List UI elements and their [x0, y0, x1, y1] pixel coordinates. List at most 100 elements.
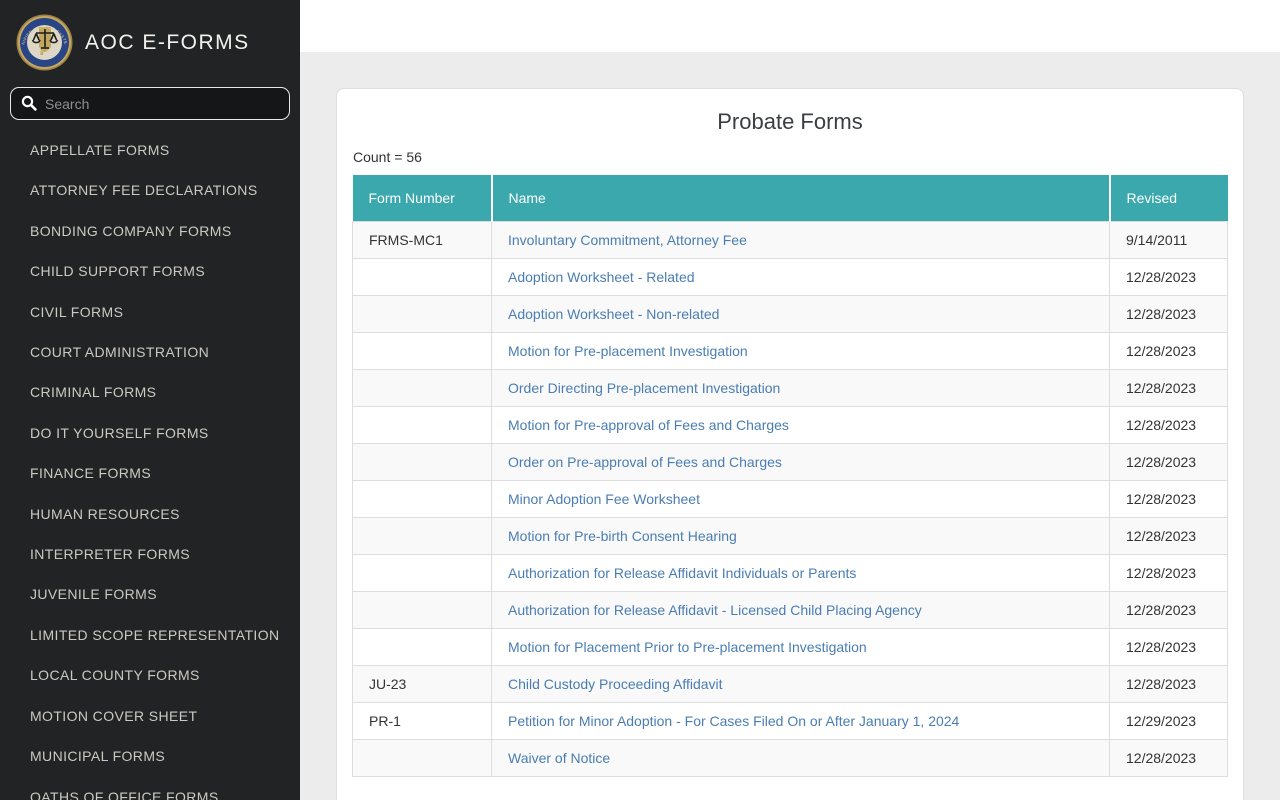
form-number-cell — [352, 554, 492, 592]
sidebar-item[interactable]: LIMITED SCOPE REPRESENTATION — [0, 615, 300, 655]
sidebar-item[interactable]: INTERPRETER FORMS — [0, 534, 300, 574]
form-number-cell: JU-23 — [352, 665, 492, 703]
form-number-cell: FRMS-MC1 — [352, 221, 492, 259]
form-link[interactable]: Minor Adoption Fee Worksheet — [508, 491, 700, 507]
forms-table: Form Number Name Revised FRMS-MC1 Involun… — [352, 175, 1228, 777]
sidebar-item[interactable]: COURT ADMINISTRATION — [0, 332, 300, 372]
revised-date-cell: 12/28/2023 — [1109, 295, 1228, 333]
form-name-cell: Petition for Minor Adoption - For Cases … — [491, 702, 1110, 740]
revised-date-cell: 12/28/2023 — [1109, 739, 1228, 777]
sidebar-item[interactable]: APPELLATE FORMS — [0, 130, 300, 170]
form-number-cell — [352, 628, 492, 666]
form-link[interactable]: Adoption Worksheet - Non-related — [508, 306, 719, 322]
form-number-cell — [352, 295, 492, 333]
revised-date-cell: 12/29/2023 — [1109, 702, 1228, 740]
form-link[interactable]: Waiver of Notice — [508, 750, 610, 766]
revised-date-cell: 12/28/2023 — [1109, 665, 1228, 703]
form-number-cell — [352, 480, 492, 518]
table-row: FRMS-MC1 Involuntary Commitment, Attorney… — [352, 221, 1228, 259]
form-name-cell: Motion for Pre-placement Investigation — [491, 332, 1110, 370]
form-name-cell: Adoption Worksheet - Non-related — [491, 295, 1110, 333]
form-name-cell: Motion for Pre-approval of Fees and Char… — [491, 406, 1110, 444]
form-name-cell: Motion for Placement Prior to Pre-placem… — [491, 628, 1110, 666]
form-number-cell — [352, 739, 492, 777]
form-name-cell: Involuntary Commitment, Attorney Fee — [491, 221, 1110, 259]
form-name-cell: Waiver of Notice — [491, 739, 1110, 777]
table-row: Motion for Pre-approval of Fees and Char… — [352, 406, 1228, 444]
sidebar-item[interactable]: CHILD SUPPORT FORMS — [0, 251, 300, 291]
table-row: Adoption Worksheet - Related 12/28/2023 — [352, 258, 1228, 296]
form-number-cell — [352, 332, 492, 370]
page-title: Probate Forms — [717, 109, 863, 134]
revised-date-cell: 12/28/2023 — [1109, 480, 1228, 518]
revised-date-cell: 12/28/2023 — [1109, 332, 1228, 370]
form-link[interactable]: Order on Pre-approval of Fees and Charge… — [508, 454, 782, 470]
table-row: Minor Adoption Fee Worksheet 12/28/2023 — [352, 480, 1228, 518]
form-link[interactable]: Authorization for Release Affidavit Indi… — [508, 565, 856, 581]
revised-date-cell: 12/28/2023 — [1109, 443, 1228, 481]
column-header-revised: Revised — [1109, 175, 1228, 222]
sidebar-nav: APPELLATE FORMS ATTORNEY FEE DECLARATIONS… — [0, 130, 300, 800]
revised-date-cell: 12/28/2023 — [1109, 406, 1228, 444]
table-row: JU-23 Child Custody Proceeding Affidavit 1… — [352, 665, 1228, 703]
count-label: Count = 56 — [353, 149, 422, 165]
form-name-cell: Child Custody Proceeding Affidavit — [491, 665, 1110, 703]
form-name-cell: Minor Adoption Fee Worksheet — [491, 480, 1110, 518]
table-row: PR-1 Petition for Minor Adoption - For Ca… — [352, 702, 1228, 740]
form-link[interactable]: Motion for Pre-birth Consent Hearing — [508, 528, 737, 544]
sidebar-item[interactable]: MOTION COVER SHEET — [0, 696, 300, 736]
table-row: Order Directing Pre-placement Investigat… — [352, 369, 1228, 407]
forms-table-body: FRMS-MC1 Involuntary Commitment, Attorney… — [352, 221, 1228, 777]
form-number-cell — [352, 443, 492, 481]
table-row: Order on Pre-approval of Fees and Charge… — [352, 443, 1228, 481]
form-link[interactable]: Authorization for Release Affidavit - Li… — [508, 602, 922, 618]
table-row: Motion for Placement Prior to Pre-placem… — [352, 628, 1228, 666]
form-number-cell — [352, 406, 492, 444]
alabama-judicial-seal-logo: UNIFIED JUDICIAL SYSTEM STATE OF ALABAMA — [16, 14, 73, 71]
form-name-cell: Order Directing Pre-placement Investigat… — [491, 369, 1110, 407]
form-link[interactable]: Petition for Minor Adoption - For Cases … — [508, 713, 959, 729]
form-link[interactable]: Motion for Pre-approval of Fees and Char… — [508, 417, 789, 433]
content-area: Probate Forms Count = 56 Form Number Nam… — [300, 52, 1280, 800]
sidebar-item[interactable]: DO IT YOURSELF FORMS — [0, 413, 300, 453]
table-row: Motion for Pre-birth Consent Hearing 12/2… — [352, 517, 1228, 555]
table-row: Adoption Worksheet - Non-related 12/28/20… — [352, 295, 1228, 333]
sidebar-item[interactable]: CIVIL FORMS — [0, 292, 300, 332]
sidebar-item[interactable]: MUNICIPAL FORMS — [0, 736, 300, 776]
sidebar-item[interactable]: HUMAN RESOURCES — [0, 494, 300, 534]
form-link[interactable]: Motion for Placement Prior to Pre-placem… — [508, 639, 867, 655]
revised-date-cell: 12/28/2023 — [1109, 628, 1228, 666]
app-title: AOC E-FORMS — [85, 30, 250, 54]
search-input[interactable] — [10, 87, 290, 120]
main-area: Probate Forms Count = 56 Form Number Nam… — [300, 0, 1280, 800]
search-box — [10, 87, 290, 120]
revised-date-cell: 12/28/2023 — [1109, 591, 1228, 629]
revised-date-cell: 9/14/2011 — [1109, 221, 1228, 259]
form-link[interactable]: Child Custody Proceeding Affidavit — [508, 676, 723, 692]
form-link[interactable]: Adoption Worksheet - Related — [508, 269, 695, 285]
sidebar-item[interactable]: CRIMINAL FORMS — [0, 372, 300, 412]
column-header-form-number: Form Number — [352, 175, 493, 222]
form-number-cell — [352, 591, 492, 629]
column-header-name: Name — [491, 175, 1111, 222]
form-link[interactable]: Order Directing Pre-placement Investigat… — [508, 380, 780, 396]
sidebar-item[interactable]: BONDING COMPANY FORMS — [0, 211, 300, 251]
form-link[interactable]: Motion for Pre-placement Investigation — [508, 343, 748, 359]
top-navbar — [300, 0, 1280, 52]
sidebar-item[interactable]: FINANCE FORMS — [0, 453, 300, 493]
form-name-cell: Authorization for Release Affidavit - Li… — [491, 591, 1110, 629]
revised-date-cell: 12/28/2023 — [1109, 258, 1228, 296]
sidebar: UNIFIED JUDICIAL SYSTEM STATE OF ALABAMA… — [0, 0, 300, 800]
table-row: Authorization for Release Affidavit - Li… — [352, 591, 1228, 629]
table-header-row: Form Number Name Revised — [352, 175, 1228, 222]
form-number-cell: PR-1 — [352, 702, 492, 740]
form-number-cell — [352, 369, 492, 407]
sidebar-item[interactable]: OATHS OF OFFICE FORMS — [0, 777, 300, 800]
form-link[interactable]: Involuntary Commitment, Attorney Fee — [508, 232, 747, 248]
form-number-cell — [352, 517, 492, 555]
sidebar-item[interactable]: ATTORNEY FEE DECLARATIONS — [0, 170, 300, 210]
sidebar-item[interactable]: JUVENILE FORMS — [0, 574, 300, 614]
form-name-cell: Adoption Worksheet - Related — [491, 258, 1110, 296]
brand-header: UNIFIED JUDICIAL SYSTEM STATE OF ALABAMA… — [0, 0, 300, 81]
sidebar-item[interactable]: LOCAL COUNTY FORMS — [0, 655, 300, 695]
